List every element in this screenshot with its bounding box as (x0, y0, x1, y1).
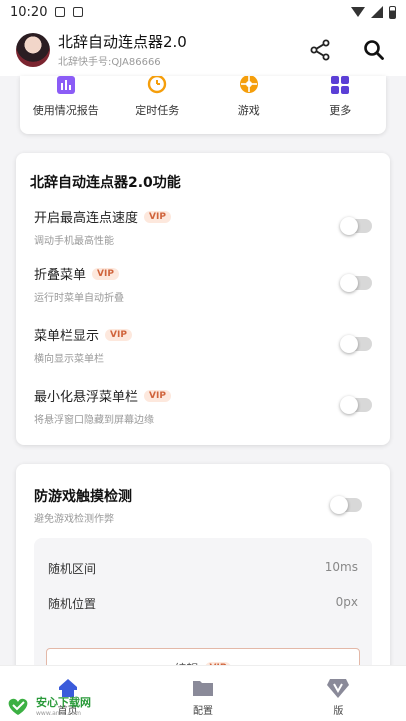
report-icon (56, 76, 75, 94)
section-title: 北辞自动连点器2.0功能 (30, 175, 181, 191)
timer-icon (148, 76, 167, 94)
status-time: 10:20 (10, 4, 48, 20)
minimize-float-toggle[interactable] (340, 396, 372, 414)
anti-detect-toggle[interactable] (330, 496, 362, 514)
nav-vip[interactable]: 版 (288, 666, 388, 721)
setting-desc: 调动手机最高性能 (34, 236, 114, 247)
random-interval-value: 10ms (324, 560, 358, 574)
function-settings-card: 北辞自动连点器2.0功能 开启最高连点速度 VIP 调动手机最高性能 折叠菜单 … (16, 153, 390, 445)
setting-max-speed: 开启最高连点速度 VIP 调动手机最高性能 (34, 207, 372, 247)
section-desc: 避免游戏检测作弊 (34, 514, 114, 525)
wifi-icon (351, 7, 365, 17)
nav-label: 版 (333, 706, 344, 717)
setting-desc: 将悬浮窗口隐藏到屏幕边缘 (34, 415, 154, 426)
share-button[interactable] (304, 34, 336, 66)
vip-badge: VIP (92, 267, 119, 280)
signal-icon (371, 6, 383, 18)
nav-label: 配置 (192, 706, 213, 717)
watermark: 安心下载网 www.anxz.com (4, 694, 91, 717)
setting-name: 折叠菜单 (34, 268, 87, 283)
setting-desc: 横向显示菜单栏 (34, 354, 104, 365)
vip-badge: VIP (144, 389, 171, 402)
avatar[interactable] (16, 33, 50, 67)
watermark-logo-icon (8, 698, 28, 715)
shortcut-label: 游戏 (237, 104, 260, 117)
watermark-url: www.anxz.com (36, 710, 81, 717)
app-bar: 北辞自动连点器2.0 北辞快手号:QJA86666 (0, 24, 406, 76)
setting-name: 最小化悬浮菜单栏 (34, 390, 139, 405)
nav-config[interactable]: 配置 (153, 666, 253, 721)
battery-icon (389, 5, 396, 19)
random-position-label: 随机位置 (48, 597, 97, 611)
menu-display-toggle[interactable] (340, 335, 372, 353)
shortcut-label: 定时任务 (135, 104, 180, 117)
max-speed-toggle[interactable] (340, 217, 372, 235)
shortcut-more[interactable]: 更多 (300, 76, 380, 118)
vip-gem-icon (327, 679, 350, 698)
shortcut-timer-task[interactable]: 定时任务 (117, 76, 197, 118)
setting-minimize-float: 最小化悬浮菜单栏 VIP 将悬浮窗口隐藏到屏幕边缘 (34, 386, 372, 426)
app-title: 北辞自动连点器2.0 (58, 32, 187, 51)
share-icon (310, 39, 330, 61)
section-title: 防游戏触摸检测 (34, 489, 132, 505)
notification-a-icon (55, 7, 66, 17)
shortcuts-card: 使用情况报告 定时任务 游戏 更多 (20, 76, 386, 134)
watermark-title: 安心下载网 (36, 696, 91, 709)
folder-icon (192, 681, 213, 696)
setting-name: 开启最高连点速度 (34, 211, 139, 226)
shortcut-label: 更多 (329, 104, 352, 117)
random-position-row[interactable]: 随机位置 0px (48, 595, 358, 612)
random-interval-row[interactable]: 随机区间 10ms (48, 560, 358, 577)
notification-image-icon (73, 7, 84, 17)
fold-menu-toggle[interactable] (340, 274, 372, 292)
vip-badge: VIP (105, 328, 132, 341)
random-position-value: 0px (335, 595, 358, 609)
shortcut-label: 使用情况报告 (32, 104, 99, 117)
search-icon (364, 40, 384, 60)
setting-menu-display: 菜单栏显示 VIP 横向显示菜单栏 (34, 325, 372, 365)
game-icon (239, 76, 258, 93)
app-subtitle: 北辞快手号:QJA86666 (58, 56, 161, 68)
random-interval-label: 随机区间 (48, 562, 97, 576)
shortcut-usage-report[interactable]: 使用情况报告 (26, 76, 106, 118)
search-button[interactable] (358, 34, 390, 66)
setting-desc: 运行时菜单自动折叠 (34, 293, 124, 304)
vip-badge: VIP (144, 210, 171, 223)
setting-name: 菜单栏显示 (34, 329, 100, 344)
more-grid-icon (331, 76, 350, 94)
setting-fold-menu: 折叠菜单 VIP 运行时菜单自动折叠 (34, 264, 372, 304)
status-bar: 10:20 (0, 0, 406, 24)
shortcut-game[interactable]: 游戏 (209, 76, 289, 118)
